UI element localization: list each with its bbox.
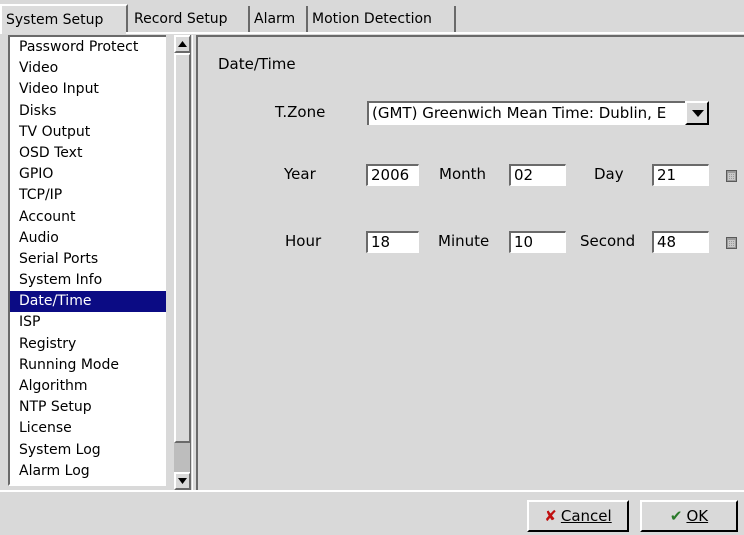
year-field[interactable]: 2006: [366, 164, 419, 186]
sidebar-item-password-protect[interactable]: Password Protect: [10, 37, 166, 58]
hour-field[interactable]: 18: [366, 231, 419, 253]
sidebar-item-serial-ports[interactable]: Serial Ports: [10, 249, 166, 270]
sidebar-item-running-mode[interactable]: Running Mode: [10, 355, 166, 376]
sidebar-item-video[interactable]: Video: [10, 58, 166, 79]
second-field[interactable]: 48: [652, 231, 709, 253]
sidebar-item-account[interactable]: Account: [10, 207, 166, 228]
sidebar-item-tv-output[interactable]: TV Output: [10, 122, 166, 143]
arrow-down-icon: [178, 478, 187, 484]
timezone-dropdown-button[interactable]: [685, 101, 709, 125]
sidebar-item-osd-text[interactable]: OSD Text: [10, 143, 166, 164]
hour-label: Hour: [285, 232, 322, 250]
settings-category-list[interactable]: Password Protect Video Video Input Disks…: [8, 35, 166, 486]
arrow-up-icon: [178, 41, 187, 47]
tab-system-setup[interactable]: System Setup: [0, 4, 128, 34]
scroll-thumb[interactable]: [174, 53, 191, 443]
sidebar-item-system-info[interactable]: System Info: [10, 270, 166, 291]
day-label: Day: [594, 165, 624, 183]
clock-icon[interactable]: [726, 237, 737, 249]
month-label: Month: [439, 165, 487, 183]
chevron-down-icon: [692, 110, 704, 117]
sidebar-item-ntp-setup[interactable]: NTP Setup: [10, 397, 166, 418]
cancel-button[interactable]: ✘ Cancel: [527, 500, 629, 532]
sidebar-item-disks[interactable]: Disks: [10, 101, 166, 122]
sidebar-item-audio[interactable]: Audio: [10, 228, 166, 249]
calendar-icon[interactable]: [726, 170, 737, 182]
ok-button[interactable]: ✔ OK: [640, 500, 738, 532]
list-scrollbar[interactable]: [174, 35, 191, 490]
tab-bar: System Setup Record Setup Alarm Motion D…: [0, 0, 744, 34]
timezone-select[interactable]: (GMT) Greenwich Mean Time: Dublin, E: [367, 101, 709, 125]
timezone-label: T.Zone: [275, 103, 326, 121]
tab-divider: [126, 32, 744, 34]
section-title: Date/Time: [218, 55, 296, 73]
scroll-down-button[interactable]: [174, 472, 191, 490]
tab-motion-detection[interactable]: Motion Detection: [308, 6, 456, 32]
sidebar-item-tcp-ip[interactable]: TCP/IP: [10, 185, 166, 206]
minute-label: Minute: [438, 232, 490, 250]
checkmark-icon: ✔: [669, 507, 683, 525]
dialog-footer: [0, 490, 744, 535]
month-field[interactable]: 02: [509, 164, 566, 186]
cross-icon: ✘: [544, 507, 557, 525]
panel-separator: [190, 35, 193, 490]
second-label: Second: [580, 232, 636, 250]
tab-record-setup[interactable]: Record Setup: [130, 6, 250, 32]
day-field[interactable]: 21: [652, 164, 709, 186]
sidebar-item-algorithm[interactable]: Algorithm: [10, 376, 166, 397]
sidebar-item-alarm-log[interactable]: Alarm Log: [10, 461, 166, 482]
sidebar-item-license[interactable]: License: [10, 418, 166, 439]
sidebar-item-isp[interactable]: ISP: [10, 312, 166, 333]
scroll-up-button[interactable]: [174, 35, 191, 53]
sidebar-item-registry[interactable]: Registry: [10, 334, 166, 355]
cancel-label: Cancel: [560, 507, 612, 525]
sidebar-item-gpio[interactable]: GPIO: [10, 164, 166, 185]
ok-label: OK: [686, 507, 709, 525]
sidebar-item-date-time[interactable]: Date/Time: [10, 291, 166, 313]
year-label: Year: [284, 165, 316, 183]
sidebar-item-video-input[interactable]: Video Input: [10, 79, 166, 100]
tab-alarm[interactable]: Alarm: [250, 6, 308, 32]
minute-field[interactable]: 10: [509, 231, 566, 253]
sidebar-item-system-log[interactable]: System Log: [10, 440, 166, 461]
